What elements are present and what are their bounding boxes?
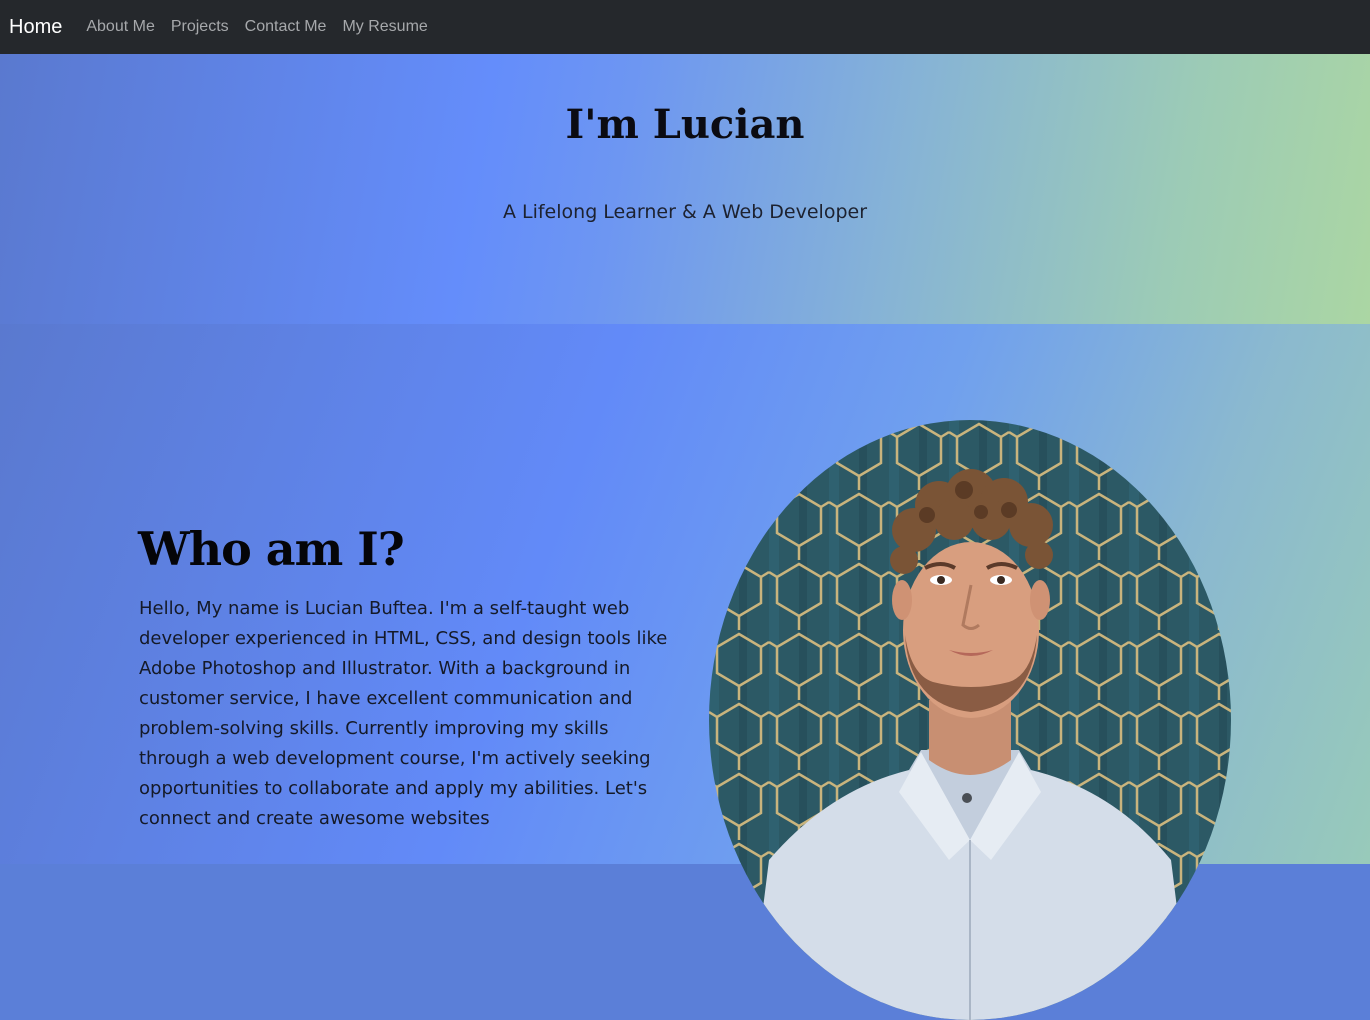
about-title: Who am I?: [138, 522, 405, 576]
nav-brand-home[interactable]: Home: [9, 16, 62, 39]
hero-subtitle: A Lifelong Learner & A Web Developer: [502, 201, 868, 223]
about-text: Hello, My name is Lucian Buftea. I'm a s…: [139, 598, 668, 829]
nav-links: About Me Projects Contact Me My Resume: [86, 18, 443, 36]
about-section: Who am I? Hello, My name is Lucian Bufte…: [0, 324, 1370, 1020]
hero-section: I'm Lucian A Lifelong Learner & A Web De…: [0, 54, 1370, 324]
hero-title: I'm Lucian: [565, 101, 805, 148]
profile-photo: [709, 420, 1231, 1020]
nav-link-about-me[interactable]: About Me: [86, 18, 154, 36]
nav-link-projects[interactable]: Projects: [171, 18, 229, 36]
nav-link-contact-me[interactable]: Contact Me: [245, 18, 327, 36]
nav-link-my-resume[interactable]: My Resume: [342, 18, 427, 36]
navbar: Home About Me Projects Contact Me My Res…: [0, 0, 1370, 54]
